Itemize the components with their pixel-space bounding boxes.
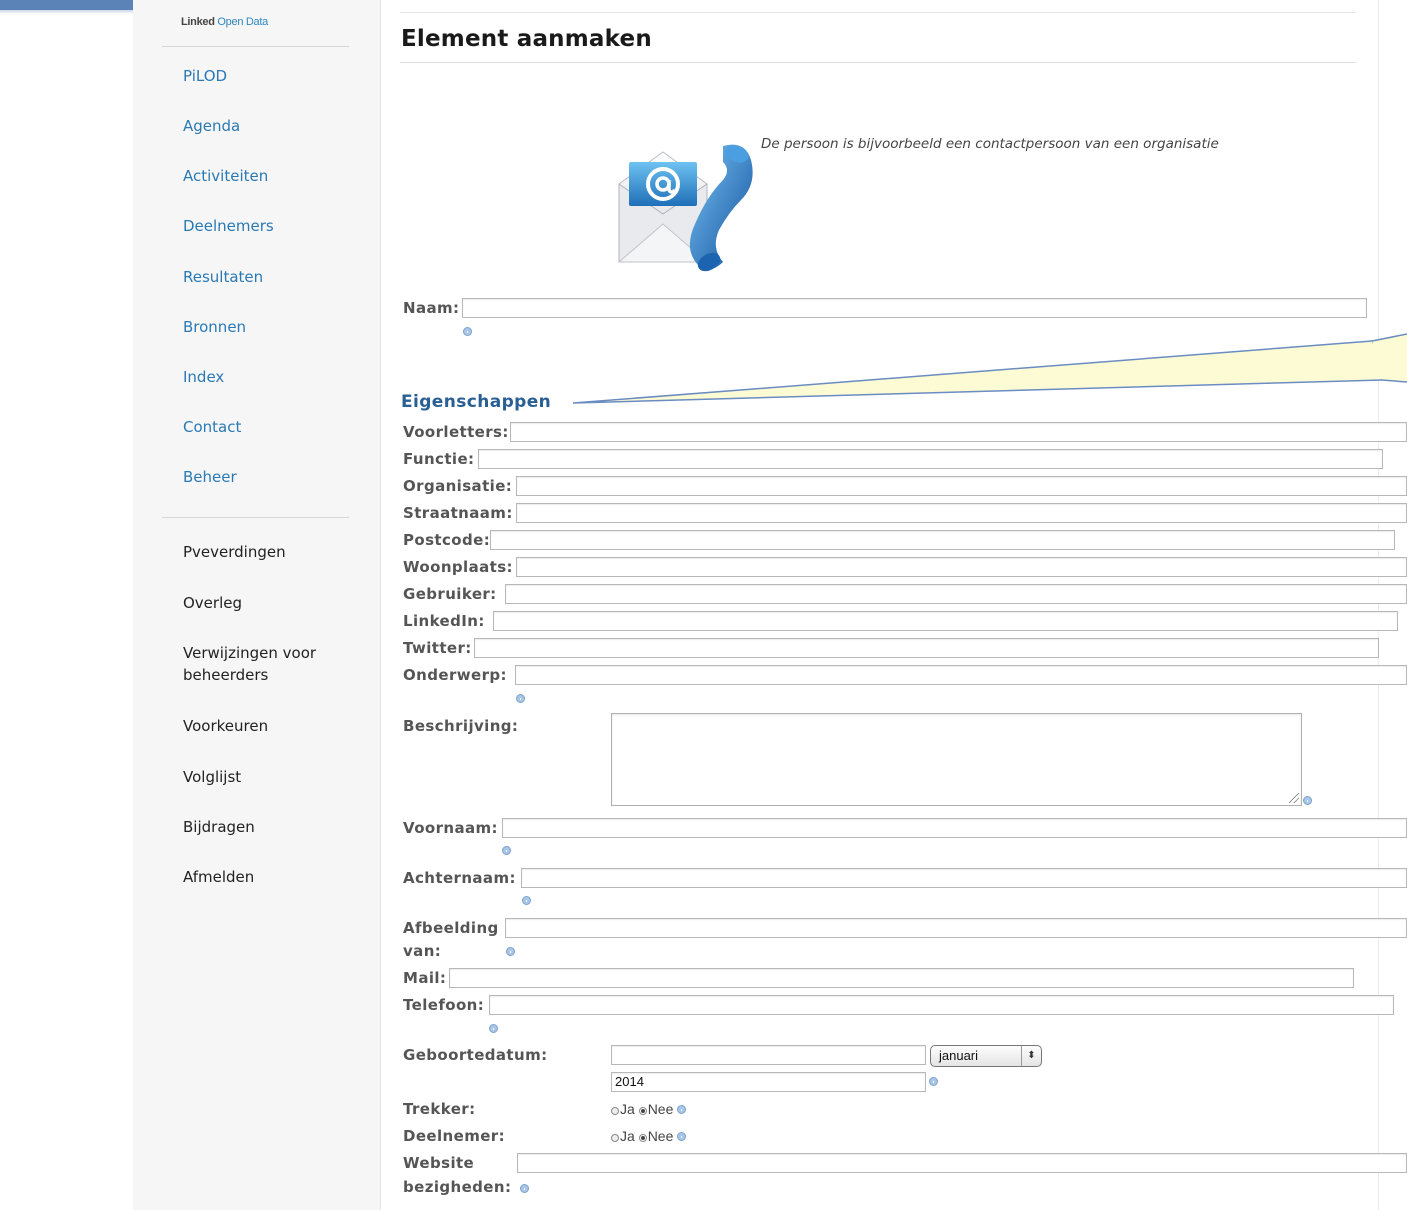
sidebar-item-user[interactable]: Pveverdingen — [183, 541, 286, 563]
info-icon[interactable] — [1303, 796, 1312, 805]
info-icon[interactable] — [502, 846, 511, 855]
label-deelnemer: Deelnemer: — [403, 1127, 505, 1145]
label-gebruiker: Gebruiker: — [403, 585, 497, 603]
title-divider — [400, 62, 1356, 63]
achternaam-input[interactable] — [521, 868, 1407, 888]
label-naam: Naam: — [403, 299, 460, 317]
radio-label-nee: Nee — [647, 1128, 674, 1144]
logo-text-open-data: Open Data — [217, 16, 268, 28]
radio-label-ja: Ja — [620, 1128, 635, 1144]
sidebar-item-verwijzingen[interactable]: Verwijzingen voor beheerders — [183, 642, 343, 686]
resize-handle-icon[interactable] — [1289, 793, 1299, 803]
label-geboortedatum: Geboortedatum: — [403, 1046, 548, 1064]
label-website-bezigheden: bezigheden: — [403, 1178, 512, 1196]
deelnemer-ja-radio[interactable] — [611, 1134, 619, 1142]
afbeelding-input[interactable] — [505, 918, 1407, 938]
label-afbeelding: Afbeelding — [403, 919, 499, 937]
month-select[interactable]: januari ⬍ — [930, 1045, 1042, 1067]
sidebar-item-resultaten[interactable]: Resultaten — [183, 268, 263, 286]
gebruiker-input[interactable] — [505, 584, 1407, 604]
label-website: Website — [403, 1154, 475, 1172]
sidebar-item-beheer[interactable]: Beheer — [183, 468, 237, 486]
label-telefoon: Telefoon: — [403, 996, 485, 1014]
trekker-ja-radio[interactable] — [611, 1107, 619, 1115]
label-woonplaats: Woonplaats: — [403, 558, 513, 576]
site-logo[interactable]: Linked Open Data — [181, 16, 268, 28]
content-right-border — [1378, 0, 1379, 1210]
label-voorletters: Voorletters: — [403, 423, 509, 441]
woonplaats-input[interactable] — [516, 557, 1407, 577]
sidebar-item-deelnemers[interactable]: Deelnemers — [183, 217, 274, 235]
functie-input[interactable] — [478, 449, 1383, 469]
label-linkedin: LinkedIn: — [403, 612, 485, 630]
info-icon[interactable] — [520, 1184, 529, 1193]
label-achternaam: Achternaam: — [403, 869, 516, 887]
label-functie: Functie: — [403, 450, 475, 468]
sidebar: Linked Open Data PiLOD Agenda Activiteit… — [133, 0, 381, 1210]
info-icon[interactable] — [489, 1024, 498, 1033]
voornaam-input[interactable] — [502, 818, 1407, 838]
voorletters-input[interactable] — [510, 422, 1407, 442]
sidebar-item-bronnen[interactable]: Bronnen — [183, 318, 246, 336]
sidebar-item-overleg[interactable]: Overleg — [183, 592, 242, 614]
sidebar-item-pilod[interactable]: PiLOD — [183, 67, 227, 85]
label-beschrijving: Beschrijving: — [403, 717, 519, 735]
sidebar-item-activiteiten[interactable]: Activiteiten — [183, 167, 268, 185]
geboortedatum-day-input[interactable] — [611, 1045, 926, 1065]
select-arrows-icon: ⬍ — [1021, 1046, 1041, 1066]
info-icon[interactable] — [516, 694, 525, 703]
sidebar-item-bijdragen[interactable]: Bijdragen — [183, 816, 255, 838]
section-heading-eigenschappen: Eigenschappen — [401, 392, 552, 412]
contact-icon — [611, 140, 756, 284]
radio-label-nee: Nee — [647, 1101, 674, 1117]
label-straatnaam: Straatnaam: — [403, 504, 513, 522]
organisatie-input[interactable] — [516, 476, 1407, 496]
month-select-value: januari — [939, 1048, 979, 1063]
beschrijving-textarea[interactable] — [611, 713, 1302, 806]
naam-input[interactable] — [462, 298, 1367, 318]
label-afbeelding-van: van: — [403, 942, 442, 960]
label-onderwerp: Onderwerp: — [403, 666, 507, 684]
info-icon[interactable] — [929, 1077, 938, 1086]
mail-input[interactable] — [449, 968, 1354, 988]
info-icon[interactable] — [506, 947, 515, 956]
main-content: Element aanmaken De persoon is bijvoorbe… — [381, 0, 1407, 1210]
sidebar-divider — [162, 46, 349, 47]
trekker-radio-group: Ja Nee — [611, 1101, 687, 1117]
logo-text-linked: Linked — [181, 16, 215, 28]
twitter-input[interactable] — [474, 638, 1379, 658]
deelnemer-nee-radio[interactable] — [638, 1134, 647, 1142]
label-voornaam: Voornaam: — [403, 819, 498, 837]
label-mail: Mail: — [403, 969, 447, 987]
onderwerp-input[interactable] — [515, 665, 1407, 685]
label-postcode: Postcode: — [403, 531, 491, 549]
info-icon[interactable] — [463, 327, 472, 336]
sidebar-item-volglijst[interactable]: Volglijst — [183, 766, 241, 788]
deelnemer-radio-group: Ja Nee — [611, 1128, 687, 1144]
trekker-nee-radio[interactable] — [638, 1107, 647, 1115]
year-input[interactable]: 2014 — [611, 1072, 926, 1092]
label-organisatie: Organisatie: — [403, 477, 513, 495]
description-caption: De persoon is bijvoorbeeld een contactpe… — [761, 136, 1219, 152]
website-bezigheden-input[interactable] — [517, 1153, 1407, 1173]
page-title: Element aanmaken — [401, 26, 652, 52]
sidebar-item-voorkeuren[interactable]: Voorkeuren — [183, 715, 268, 737]
sidebar-item-index[interactable]: Index — [183, 368, 224, 386]
top-divider — [400, 12, 1356, 13]
label-twitter: Twitter: — [403, 639, 472, 657]
sidebar-divider — [162, 517, 349, 518]
info-icon[interactable] — [677, 1105, 687, 1114]
label-trekker: Trekker: — [403, 1100, 476, 1118]
sidebar-item-agenda[interactable]: Agenda — [183, 117, 240, 135]
info-icon[interactable] — [677, 1132, 687, 1141]
sidebar-item-afmelden[interactable]: Afmelden — [183, 866, 254, 888]
postcode-input[interactable] — [490, 530, 1395, 550]
linkedin-input[interactable] — [493, 611, 1398, 631]
straatnaam-input[interactable] — [516, 503, 1407, 523]
sidebar-item-contact[interactable]: Contact — [183, 418, 241, 436]
telefoon-input[interactable] — [489, 995, 1394, 1015]
info-icon[interactable] — [522, 896, 531, 905]
radio-label-ja: Ja — [620, 1101, 635, 1117]
